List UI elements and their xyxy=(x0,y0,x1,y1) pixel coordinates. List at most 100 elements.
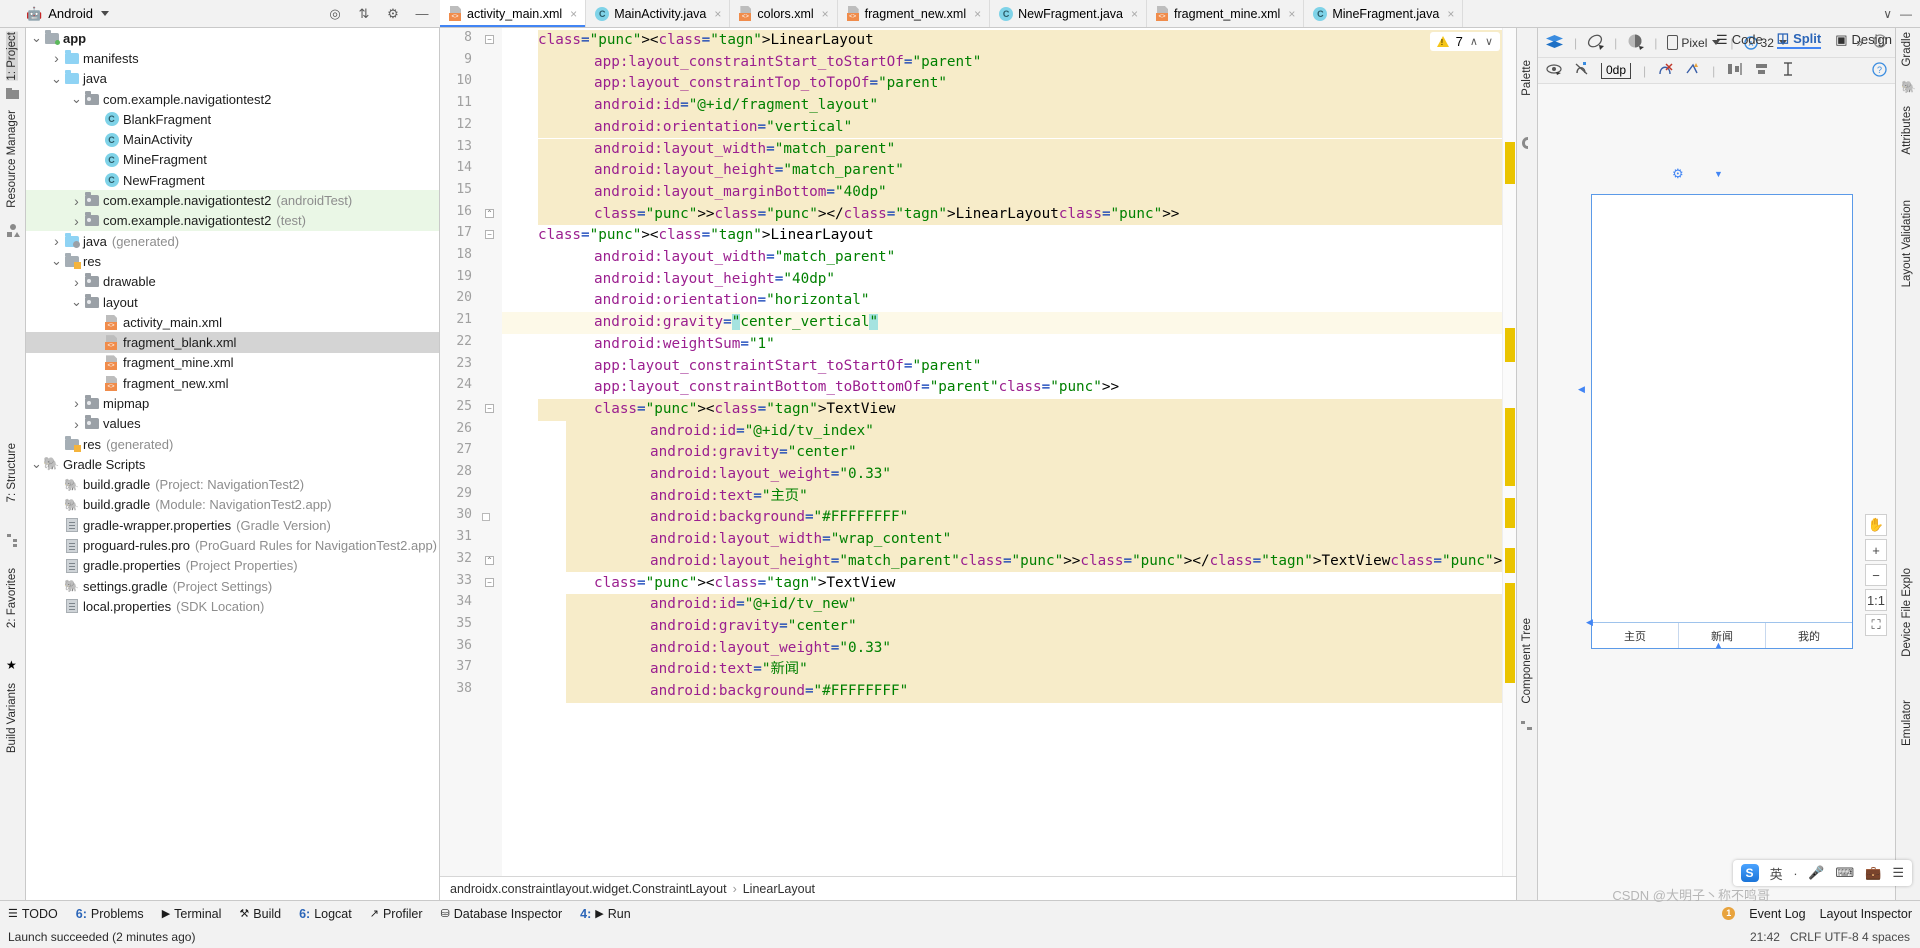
autoconnect-icon[interactable] xyxy=(1574,62,1589,79)
editor-tab-colors-xml[interactable]: colors.xml × xyxy=(730,0,838,27)
zoom-in-button[interactable]: + xyxy=(1865,539,1887,561)
rail-tab-structure[interactable]: 7: Structure xyxy=(6,443,18,502)
tree-node[interactable]: local.properties (SDK Location) xyxy=(26,596,439,616)
view-mode-code[interactable]: ☰ Code xyxy=(1716,32,1763,48)
tree-node[interactable]: ⌄ app xyxy=(26,28,439,48)
code-line[interactable]: app:layout_constraintBottom_toBottomOf="… xyxy=(502,377,1502,399)
clear-constraints-icon[interactable] xyxy=(1658,62,1673,79)
mic-icon[interactable]: 🎤 xyxy=(1808,865,1824,881)
close-icon[interactable]: × xyxy=(1131,7,1138,21)
ime-language-toggle[interactable]: 英 xyxy=(1770,864,1783,883)
code-line[interactable]: android:layout_height="40dp" xyxy=(502,269,1502,291)
code-line[interactable]: android:layout_weight="0.33" xyxy=(502,464,1502,486)
code-line[interactable]: android:background="#FFFFFFFF" xyxy=(502,681,1502,703)
rail-tab-project[interactable]: 1: Project xyxy=(6,32,18,81)
chevron-right-icon[interactable]: › xyxy=(50,233,63,249)
tree-node[interactable]: 🐘 settings.gradle (Project Settings) xyxy=(26,576,439,596)
palette-tab[interactable]: Palette xyxy=(1521,60,1533,96)
project-view-selector-label[interactable]: Android xyxy=(48,6,93,21)
view-mode-split[interactable]: ◫ Split xyxy=(1776,30,1822,49)
editor-tab-fragment-mine-xml[interactable]: fragment_mine.xml × xyxy=(1147,0,1305,27)
chevron-right-icon[interactable]: › xyxy=(70,416,83,432)
align-horizontal-icon[interactable] xyxy=(1754,62,1769,79)
chevron-right-icon[interactable]: › xyxy=(70,395,83,411)
code-line[interactable]: android:layout_marginBottom="40dp" xyxy=(502,182,1502,204)
tree-node[interactable]: activity_main.xml xyxy=(26,312,439,332)
tree-node[interactable]: › com.example.navigationtest2 (test) xyxy=(26,210,439,231)
tree-node[interactable]: › drawable xyxy=(26,272,439,292)
warning-marker[interactable] xyxy=(1505,583,1515,683)
chevron-down-icon[interactable]: ⌄ xyxy=(30,457,43,470)
infer-constraints-icon[interactable] xyxy=(1685,62,1700,79)
menu-icon[interactable]: ☰ xyxy=(1892,865,1904,881)
tool-window-problems[interactable]: 6: Problems xyxy=(76,907,144,921)
design-canvas[interactable]: ⚙ 主页 新闻 我的 ▼ ◀ ◀ ▲ ✋ + − 1:1 ⛶ xyxy=(1538,84,1895,900)
close-icon[interactable]: × xyxy=(1447,7,1454,21)
tree-node[interactable]: C MineFragment xyxy=(26,150,439,170)
rail-tab-device-file-explorer[interactable]: Device File Explo xyxy=(1901,568,1913,657)
tree-node[interactable]: › values xyxy=(26,414,439,434)
breadcrumb-root[interactable]: androidx.constraintlayout.widget.Constra… xyxy=(450,882,727,896)
warning-marker[interactable] xyxy=(1505,498,1515,528)
tree-node[interactable]: proguard-rules.pro (ProGuard Rules for Na… xyxy=(26,535,439,555)
code-line[interactable]: android:id="@+id/tv_new" xyxy=(502,594,1502,616)
code-line[interactable]: android:background="#FFFFFFFF" xyxy=(502,507,1502,529)
tree-node[interactable]: fragment_blank.xml xyxy=(26,332,439,353)
warning-marker[interactable] xyxy=(1505,328,1515,362)
rail-tab-build-variants[interactable]: Build Variants xyxy=(6,683,18,753)
tool-window-event-log[interactable]: Event Log xyxy=(1749,907,1805,921)
code-line[interactable]: android:orientation="vertical" xyxy=(502,117,1502,139)
code-line[interactable]: app:layout_constraintStart_toStartOf="pa… xyxy=(502,52,1502,74)
code-line[interactable]: android:text="主页" xyxy=(502,486,1502,508)
close-icon[interactable]: × xyxy=(974,7,981,21)
align-vertical-icon[interactable] xyxy=(1727,62,1742,79)
chevron-down-icon[interactable]: ⌄ xyxy=(50,254,63,267)
default-margin-value[interactable]: 0dp xyxy=(1601,62,1632,79)
chevron-down-icon[interactable]: ⌄ xyxy=(50,72,63,85)
zoom-out-button[interactable]: − xyxy=(1865,564,1887,586)
rail-tab-emulator[interactable]: Emulator xyxy=(1901,700,1913,746)
tree-node[interactable]: ⌄ java xyxy=(26,69,439,89)
nav-button[interactable]: 主页 xyxy=(1592,623,1679,648)
code-line[interactable]: android:orientation="horizontal" xyxy=(502,290,1502,312)
chevron-right-icon[interactable]: › xyxy=(70,213,83,229)
warning-marker[interactable] xyxy=(1505,408,1515,486)
fold-collapse-icon[interactable]: − xyxy=(485,577,494,587)
ime-punctuation-icon[interactable]: ∙ xyxy=(1794,866,1798,881)
hide-panel-icon[interactable]: — xyxy=(414,6,430,22)
show-constraints-icon[interactable] xyxy=(1546,63,1562,78)
chevron-down-icon[interactable]: ∨ xyxy=(1883,7,1892,21)
warning-marker[interactable] xyxy=(1505,548,1515,573)
code-line[interactable]: android:layout_height="match_parent"clas… xyxy=(502,551,1502,573)
editor-tab-mainactivity-java[interactable]: C MainActivity.java × xyxy=(586,0,731,27)
collapse-all-icon[interactable]: ⇅ xyxy=(356,6,372,22)
tree-node[interactable]: res (generated) xyxy=(26,434,439,454)
fold-collapse-icon[interactable]: − xyxy=(485,403,494,413)
tree-node[interactable]: 🐘 build.gradle (Module: NavigationTest2.ap… xyxy=(26,495,439,515)
code-line[interactable]: class="punc"><class="tagn">TextView xyxy=(502,573,1502,595)
tree-node[interactable]: ⌄ com.example.navigationtest2 xyxy=(26,89,439,109)
tool-window-logcat[interactable]: 6: Logcat xyxy=(299,907,352,921)
device-selector[interactable]: Pixel xyxy=(1667,35,1721,50)
code-line[interactable]: android:gravity="center" xyxy=(502,616,1502,638)
tree-node[interactable]: 🐘 build.gradle (Project: NavigationTest2) xyxy=(26,475,439,495)
status-encoding[interactable]: CRLF UTF-8 4 spaces xyxy=(1790,930,1910,944)
code-line[interactable]: android:layout_height="match_parent" xyxy=(502,160,1502,182)
component-tree-tab[interactable]: Component Tree xyxy=(1521,618,1533,704)
keyboard-icon[interactable]: ⌨ xyxy=(1835,865,1854,881)
code-line[interactable]: android:weightSum="1" xyxy=(502,334,1502,356)
warning-marker[interactable] xyxy=(1505,142,1515,184)
gear-icon[interactable]: ⚙ xyxy=(385,6,401,22)
tree-node[interactable]: C NewFragment xyxy=(26,170,439,190)
code-line[interactable]: android:layout_width="wrap_content" xyxy=(502,529,1502,551)
editor-tab-minefragment-java[interactable]: C MineFragment.java × xyxy=(1304,0,1464,27)
theme-icon[interactable] xyxy=(1627,33,1645,53)
inspection-widget[interactable]: 7 ∧ ∨ xyxy=(1429,32,1500,51)
chevron-right-icon[interactable]: › xyxy=(70,274,83,290)
close-icon[interactable]: × xyxy=(822,7,829,21)
editor-code-area[interactable]: class="punc"><class="tagn">LinearLayout a… xyxy=(502,28,1502,876)
rail-tab-resource-manager[interactable]: Resource Manager xyxy=(6,110,18,208)
tool-window-profiler[interactable]: ↗ Profiler xyxy=(370,907,423,921)
tool-window-todo[interactable]: ☰ TODO xyxy=(8,907,58,921)
breadcrumb-leaf[interactable]: LinearLayout xyxy=(743,882,815,896)
